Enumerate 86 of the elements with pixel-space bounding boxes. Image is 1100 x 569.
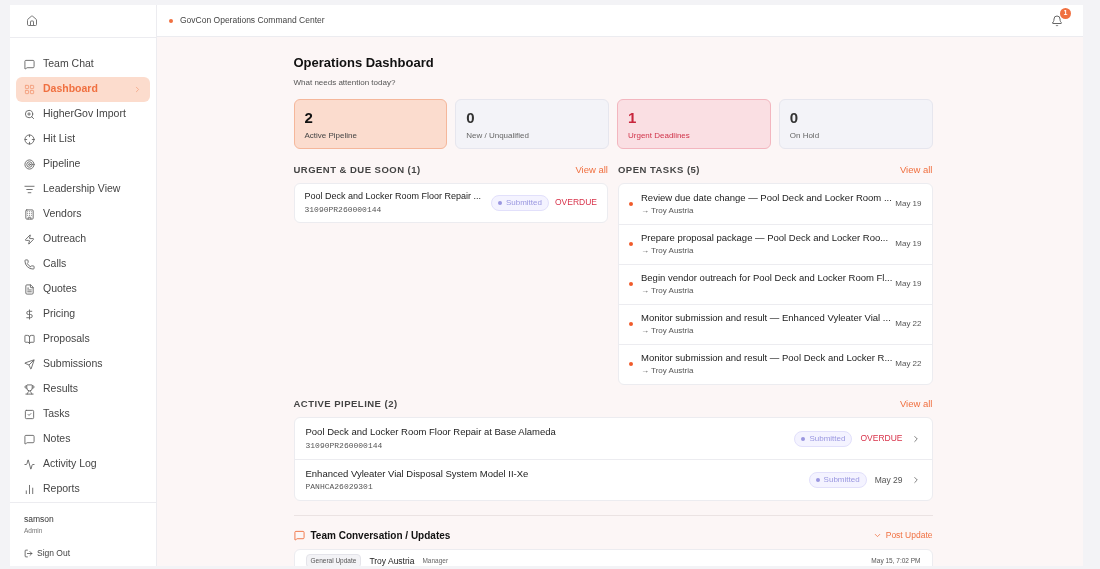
app-title: GovCon Operations Command Center <box>180 14 326 27</box>
activity-icon <box>24 458 35 470</box>
sign-out-link[interactable]: Sign Out <box>24 547 142 560</box>
zoom-icon <box>24 108 35 120</box>
sidebar-item[interactable]: Submissions <box>16 351 150 377</box>
stat-label: On Hold <box>789 129 821 142</box>
book-icon <box>24 333 35 345</box>
notification-button[interactable] <box>1051 14 1063 27</box>
stat-value: 2 <box>304 108 314 127</box>
task-date: May 19 <box>895 197 922 210</box>
document-icon <box>24 283 35 295</box>
sidebar-item[interactable]: Pricing <box>16 301 150 327</box>
filter-icon <box>24 183 35 195</box>
item-code: 31090PR260000144 <box>305 439 384 452</box>
chevron-icon <box>872 531 882 540</box>
section-title: ACTIVE PIPELINE (2) <box>293 396 398 411</box>
sidebar-item[interactable]: Quotes <box>16 276 150 302</box>
item-code: PANHCA26029301 <box>305 481 374 494</box>
pipeline-row[interactable]: Enhanced Vyleater Vial Disposal System Model II-Xe PANHCA26029301 Submitted May 29 <box>294 459 932 500</box>
chat-icon <box>24 58 35 70</box>
stat-label: New / Unqualified <box>466 129 530 142</box>
grid-icon <box>24 83 35 95</box>
stat-label: Active Pipeline <box>304 129 358 142</box>
sidebar-item[interactable]: Pipeline <box>16 151 150 177</box>
post-author: Troy Austria <box>369 554 415 566</box>
chat-icon <box>293 530 305 541</box>
sidebar-item[interactable]: HigherGov Import <box>16 101 150 127</box>
crosshair-icon <box>24 133 35 145</box>
sidebar-item[interactable]: Hit List <box>16 126 150 152</box>
bar-chart-icon <box>24 483 35 495</box>
chat-icon <box>24 433 35 445</box>
task-date: May 22 <box>895 358 922 371</box>
dollar-icon <box>24 308 35 320</box>
task-assignee: → Troy Austria <box>641 204 695 217</box>
task-date: May 19 <box>895 238 922 251</box>
item-title[interactable]: Pool Deck and Locker Room Floor Repair ... <box>304 190 485 204</box>
bell-icon <box>1051 14 1063 27</box>
due-label: May 29 <box>874 473 903 487</box>
sign-out-icon <box>24 549 33 559</box>
logo-icon <box>26 14 38 27</box>
send-icon <box>24 358 35 370</box>
sidebar-item[interactable]: Vendors <box>16 201 150 227</box>
task-date: May 19 <box>895 278 922 291</box>
sidebar-item[interactable]: Team Chat <box>16 51 150 77</box>
sidebar-item[interactable]: Activity Log <box>16 451 150 477</box>
due-label: OVERDUE <box>554 196 597 210</box>
task-assignee: → Troy Austria <box>641 245 695 258</box>
phone-icon <box>24 258 35 270</box>
page-title: Operations Dashboard <box>293 54 435 72</box>
sidebar-item[interactable]: Proposals <box>16 326 150 352</box>
stat-value: 1 <box>628 108 638 127</box>
trophy-icon <box>24 383 35 395</box>
sidebar-item[interactable]: Outreach <box>16 226 150 252</box>
stat-value: 0 <box>466 108 476 127</box>
sidebar-item[interactable]: Notes <box>16 426 150 452</box>
status-badge: Submitted <box>794 430 853 447</box>
task-assignee: → Troy Austria <box>641 285 695 298</box>
sidebar-item[interactable]: Tasks <box>16 401 150 427</box>
sidebar-item[interactable]: Leadership View <box>16 176 150 202</box>
task-assignee: → Troy Austria <box>641 325 695 338</box>
lightning-icon <box>24 233 35 245</box>
user-name: samson <box>24 512 55 526</box>
section-title: URGENT & DUE SOON (1) <box>293 162 421 177</box>
stat-value: 0 <box>789 108 800 127</box>
task-date: May 22 <box>895 318 922 331</box>
item-title: Enhanced Vyleater Vial Disposal System Model II-Xe <box>305 466 530 481</box>
pipeline-row[interactable]: Pool Deck and Locker Room Floor Repair at Base Alameda 31090PR260000144 Submitted OVERDUE <box>294 418 932 459</box>
sidebar-item[interactable]: Results <box>16 376 150 402</box>
page-subtitle: What needs attention today? <box>293 76 397 89</box>
due-label: OVERDUE <box>860 432 903 445</box>
chevron-icon <box>133 84 142 94</box>
task-assignee: → Troy Austria <box>641 365 695 378</box>
item-code: 31090PR260000144 <box>304 203 383 216</box>
sidebar-item[interactable]: Calls <box>16 251 150 277</box>
item-title: Pool Deck and Locker Room Floor Repair at Base Alameda <box>305 425 557 440</box>
target-icon <box>24 158 35 170</box>
section-title: OPEN TASKS (5) <box>618 162 700 177</box>
sidebar-item[interactable]: Reports <box>16 476 150 502</box>
status-badge: Submitted <box>490 194 549 211</box>
checkbox-icon <box>24 408 35 420</box>
task-title[interactable]: Prepare proposal package — Pool Deck and Locker Roo... <box>641 231 888 246</box>
section-heading: Team Conversation / Updates <box>310 529 452 543</box>
stat-label: Urgent Deadlines <box>628 129 691 142</box>
task-title[interactable]: Monitor submission and result — Enhanced Vyleater Vial ... <box>641 311 888 326</box>
building-icon <box>24 208 35 220</box>
status-badge: Submitted <box>808 472 867 488</box>
